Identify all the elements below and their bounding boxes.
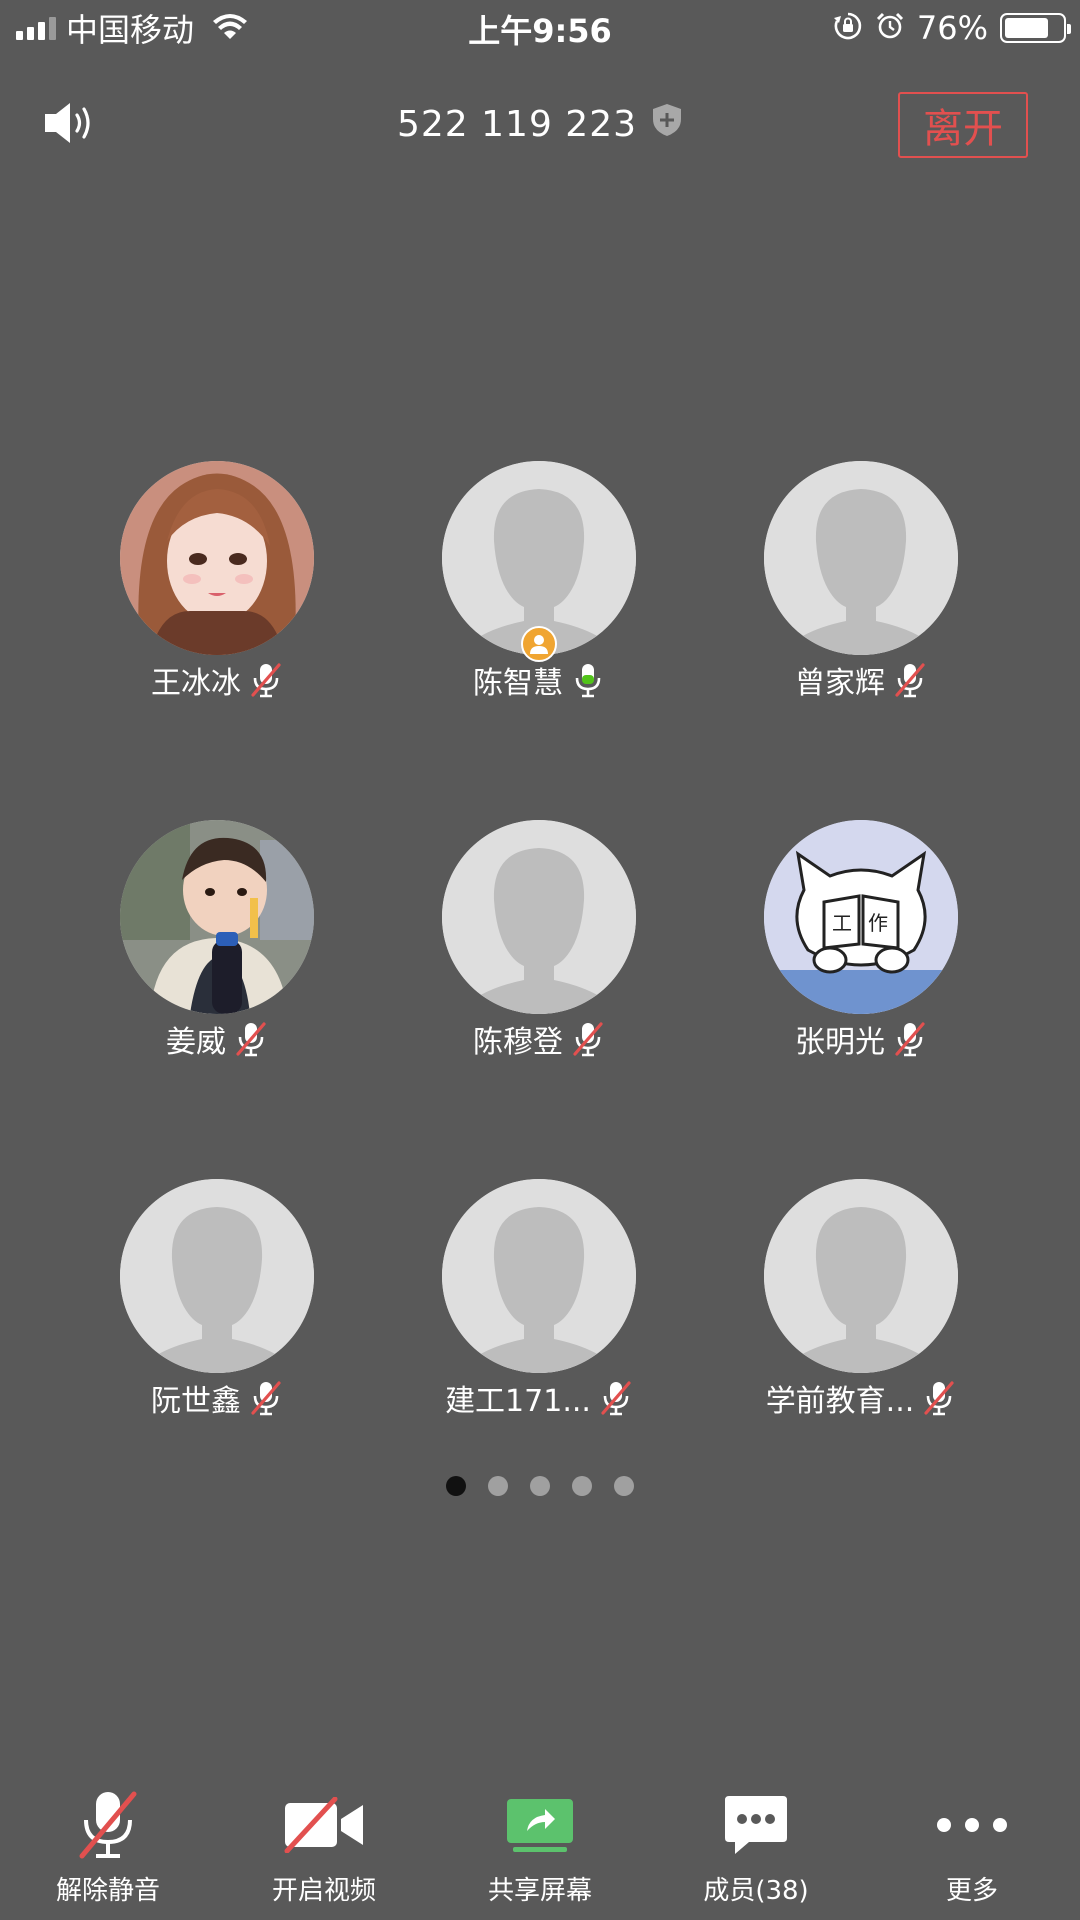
page-dot[interactable]	[572, 1476, 592, 1496]
page-indicator[interactable]	[0, 1476, 1080, 1496]
mic-muted-icon	[895, 663, 925, 698]
default-avatar-icon	[764, 461, 958, 655]
participant-name: 建工171...	[445, 1384, 591, 1419]
participant-name-row: 姜威	[86, 1016, 348, 1062]
leave-button[interactable]: 离开	[898, 92, 1028, 158]
members-label: 成员(38)	[703, 1876, 809, 1906]
unmute-button[interactable]: 解除静音	[0, 1780, 216, 1920]
video-off-icon	[283, 1780, 365, 1870]
unmute-label: 解除静音	[55, 1876, 160, 1906]
participant-name: 曾家辉	[795, 666, 885, 701]
mic-muted-icon	[601, 1381, 631, 1416]
participant-name-row: 阮世鑫	[86, 1375, 348, 1421]
page-dot[interactable]	[614, 1476, 634, 1496]
more-button[interactable]: 更多	[864, 1780, 1080, 1920]
participant-name-row: 曾家辉	[730, 657, 992, 703]
participant-tile[interactable]: 姜威	[86, 820, 346, 1080]
participant-row: 王冰冰 陈智慧 曾家辉	[0, 461, 1080, 721]
participant-name-row: 陈穆登	[408, 1016, 670, 1062]
participant-tile[interactable]: 工 作 张明光	[730, 820, 990, 1080]
page-dot[interactable]	[446, 1476, 466, 1496]
share-screen-icon	[505, 1780, 575, 1870]
mic-muted-icon	[76, 1780, 140, 1870]
default-avatar-icon	[120, 1179, 314, 1373]
participant-name-row: 建工171...	[408, 1375, 670, 1421]
share-screen-label: 共享屏幕	[487, 1876, 592, 1906]
status-right: 76%	[833, 8, 1071, 48]
members-button[interactable]: 成员(38)	[648, 1780, 864, 1920]
chat-bubble-icon	[723, 1780, 789, 1870]
mic-muted-icon	[251, 1381, 281, 1416]
alarm-icon	[875, 11, 905, 45]
more-dots-icon	[934, 1780, 1010, 1870]
mic-muted-icon	[573, 1022, 603, 1057]
participant-row: 姜威 陈穆登 工 作 张明光	[0, 820, 1080, 1080]
participant-tile[interactable]: 阮世鑫	[86, 1179, 346, 1439]
meeting-header: 522 119 223 离开	[0, 88, 1080, 164]
svg-text:作: 作	[868, 911, 888, 935]
participant-tile[interactable]: 曾家辉	[730, 461, 990, 721]
svg-text:工: 工	[832, 911, 852, 935]
meeting-id: 522 119 223	[396, 104, 638, 145]
mic-active-icon	[575, 664, 601, 698]
participant-name-row: 王冰冰	[86, 657, 348, 703]
participant-name: 陈穆登	[473, 1025, 563, 1060]
participant-name-row: 学前教育...	[730, 1375, 992, 1421]
mic-muted-icon	[236, 1022, 266, 1057]
battery-icon	[1000, 13, 1071, 43]
participant-name: 学前教育...	[765, 1384, 915, 1419]
start-video-button[interactable]: 开启视频	[216, 1780, 432, 1920]
rotation-lock-icon	[833, 11, 863, 45]
participant-name: 阮世鑫	[151, 1384, 241, 1419]
start-video-label: 开启视频	[271, 1876, 376, 1906]
participant-name: 张明光	[795, 1025, 885, 1060]
mic-muted-icon	[251, 663, 281, 698]
photo-girl-icon	[120, 461, 314, 655]
meeting-toolbar: 解除静音 开启视频 共享屏幕 成员(38) 更多	[0, 1780, 1080, 1920]
default-avatar-icon	[442, 1179, 636, 1373]
page-dot[interactable]	[530, 1476, 550, 1496]
battery-percent: 76%	[916, 9, 988, 47]
more-label: 更多	[945, 1876, 998, 1906]
participant-name: 王冰冰	[151, 666, 241, 701]
cartoon-cat-icon: 工 作	[764, 820, 958, 1014]
participant-row: 阮世鑫 建工171... 学前教育...	[0, 1179, 1080, 1439]
participant-tile[interactable]: 王冰冰	[86, 461, 346, 721]
battery-level	[1005, 18, 1048, 38]
page-dot[interactable]	[488, 1476, 508, 1496]
mic-muted-icon	[924, 1381, 954, 1416]
participant-tile[interactable]: 建工171...	[408, 1179, 668, 1439]
participant-name: 姜威	[166, 1025, 226, 1060]
default-avatar-icon	[764, 1179, 958, 1373]
participant-tile[interactable]: 学前教育...	[730, 1179, 990, 1439]
participant-name-row: 张明光	[730, 1016, 992, 1062]
default-avatar-icon	[442, 820, 636, 1014]
participant-tile[interactable]: 陈智慧	[408, 461, 668, 721]
participant-name: 陈智慧	[473, 666, 563, 701]
photo-child-icon	[120, 820, 314, 1014]
participant-name-row: 陈智慧	[408, 657, 670, 703]
share-screen-button[interactable]: 共享屏幕	[432, 1780, 648, 1920]
shield-icon	[651, 102, 683, 147]
participant-tile[interactable]: 陈穆登	[408, 820, 668, 1080]
status-bar: 中国移动 上午9:56 76%	[0, 0, 1080, 54]
mic-muted-icon	[895, 1022, 925, 1057]
